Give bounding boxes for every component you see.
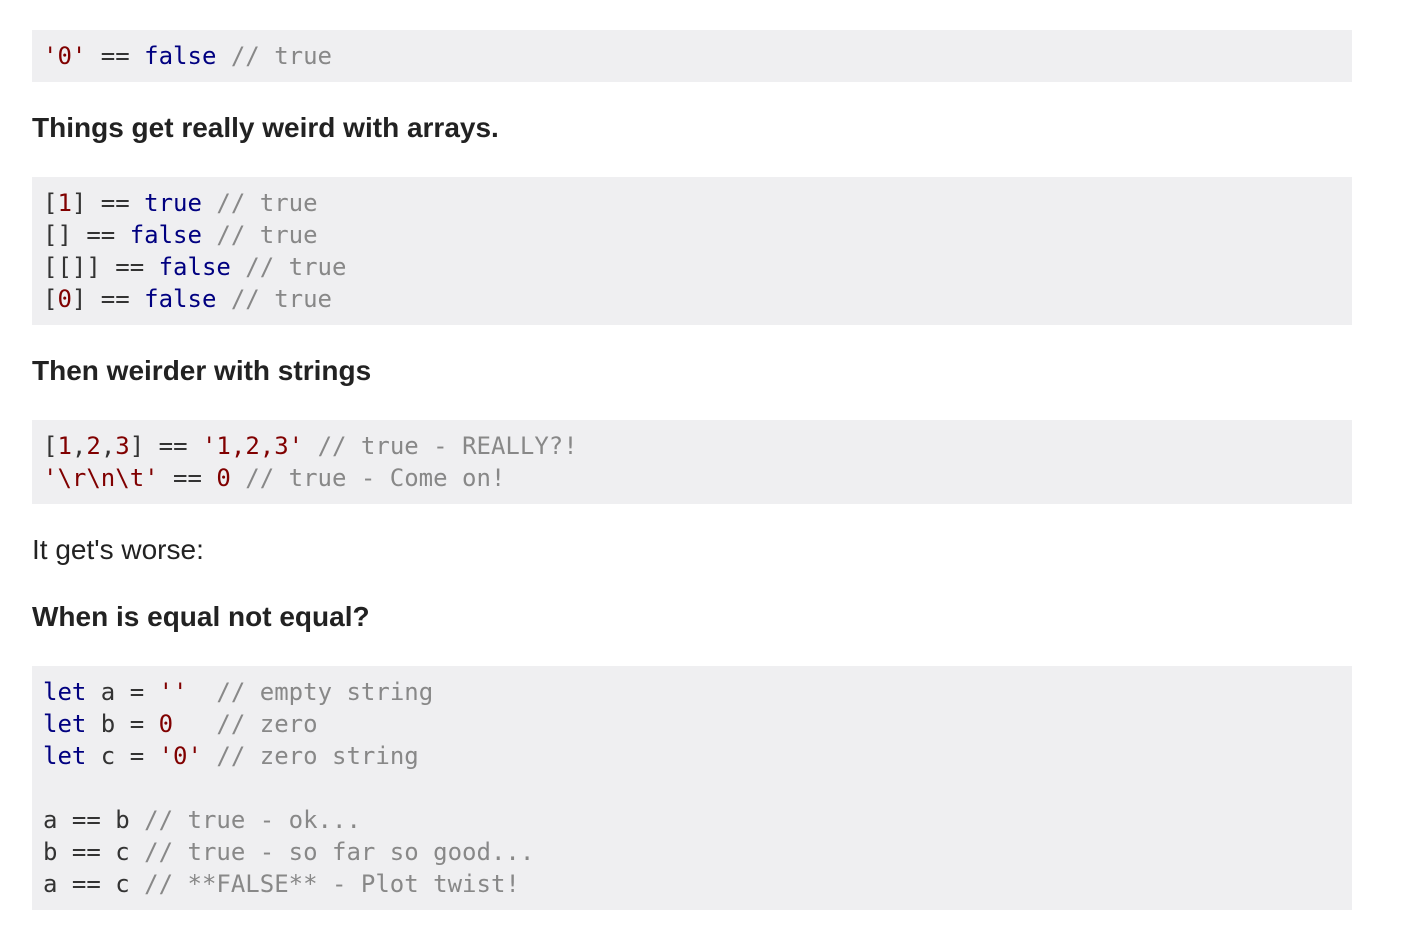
code-line: [1,2,3] == '1,2,3' // true - REALLY?!	[43, 430, 1341, 462]
section-heading: Things get really weird with arrays.	[32, 112, 499, 143]
comment-token: // true - Come on!	[230, 464, 506, 492]
article-content: '0' == false // true Things get really w…	[32, 30, 1352, 910]
code-line: [1] == true // true	[43, 187, 1341, 219]
number-token: 0	[158, 710, 174, 738]
number-token: 0	[216, 464, 231, 492]
code-text: ] ==	[129, 432, 202, 460]
number-token: 2	[86, 432, 101, 460]
code-line: b == c // true - so far so good...	[43, 836, 1341, 868]
code-line: [[]] == false // true	[43, 251, 1341, 283]
comment-token: // true	[230, 253, 347, 281]
code-text: [	[43, 189, 58, 217]
keyword-token: let	[43, 710, 87, 738]
comment-token: // true	[216, 285, 332, 313]
keyword-token: let	[43, 678, 87, 706]
keyword-token: false	[158, 253, 231, 281]
code-text: ==	[158, 464, 217, 492]
code-text: [	[43, 432, 58, 460]
code-line: let c = '0' // zero string	[43, 740, 1341, 772]
string-token: '\r\n\t'	[43, 464, 159, 492]
code-block: '0' == false // true	[32, 30, 1352, 82]
number-token: 0	[57, 285, 72, 313]
code-text: ] ==	[71, 285, 145, 313]
comment-token: // true - ok...	[144, 806, 361, 834]
comment-token: // zero	[216, 710, 318, 738]
code-block: [1,2,3] == '1,2,3' // true - REALLY?! '\r…	[32, 420, 1352, 504]
comment-token: // **FALSE** - Plot twist!	[144, 870, 520, 898]
string-token: '0'	[43, 42, 87, 70]
code-text: b == c	[43, 838, 145, 866]
paragraph-text: It get's worse:	[32, 534, 204, 565]
code-text: a == b	[43, 806, 145, 834]
keyword-token: false	[129, 221, 202, 249]
keyword-token: false	[144, 42, 217, 70]
code-text: a =	[86, 678, 159, 706]
code-block: [1] == true // true[] == false // true[[…	[32, 177, 1352, 325]
comment-token: // true	[201, 189, 318, 217]
comment-token: // true - REALLY?!	[303, 432, 578, 460]
code-line: let b = 0 // zero	[43, 708, 1341, 740]
code-line: '\r\n\t' == 0 // true - Come on!	[43, 462, 1341, 494]
code-text: ,	[71, 432, 87, 460]
code-text: b =	[86, 710, 159, 738]
code-text: ] ==	[71, 189, 145, 217]
code-line: a == b // true - ok...	[43, 804, 1341, 836]
comment-token: // true	[216, 42, 332, 70]
code-line: let a = '' // empty string	[43, 676, 1341, 708]
comment-token: // true - so far so good...	[144, 838, 535, 866]
comment-token: // empty string	[216, 678, 434, 706]
comment-token: // true	[201, 221, 318, 249]
string-token: '0'	[158, 742, 202, 770]
code-line: a == c // **FALSE** - Plot twist!	[43, 868, 1341, 900]
section-heading: When is equal not equal?	[32, 601, 370, 632]
string-token: ''	[158, 678, 188, 706]
code-text: [] ==	[43, 221, 130, 249]
string-token: '1,2,3'	[201, 432, 304, 460]
code-text: ==	[86, 42, 145, 70]
comment-token: // zero string	[216, 742, 419, 770]
code-line: '0' == false // true	[43, 40, 1341, 72]
keyword-token: false	[144, 285, 217, 313]
number-token: 3	[115, 432, 130, 460]
number-token: 1	[57, 189, 72, 217]
code-line: [] == false // true	[43, 219, 1341, 251]
code-line: [0] == false // true	[43, 283, 1341, 315]
section-heading: Then weirder with strings	[32, 355, 372, 386]
keyword-token: true	[144, 189, 202, 217]
code-text: ,	[100, 432, 116, 460]
keyword-token: let	[43, 742, 87, 770]
code-text: [	[43, 285, 58, 313]
code-text: [[]] ==	[43, 253, 159, 281]
number-token: 1	[57, 432, 72, 460]
code-text: c =	[86, 742, 159, 770]
code-text: a == c	[43, 870, 145, 898]
code-block: let a = '' // empty string let b = 0 // z…	[32, 666, 1352, 910]
